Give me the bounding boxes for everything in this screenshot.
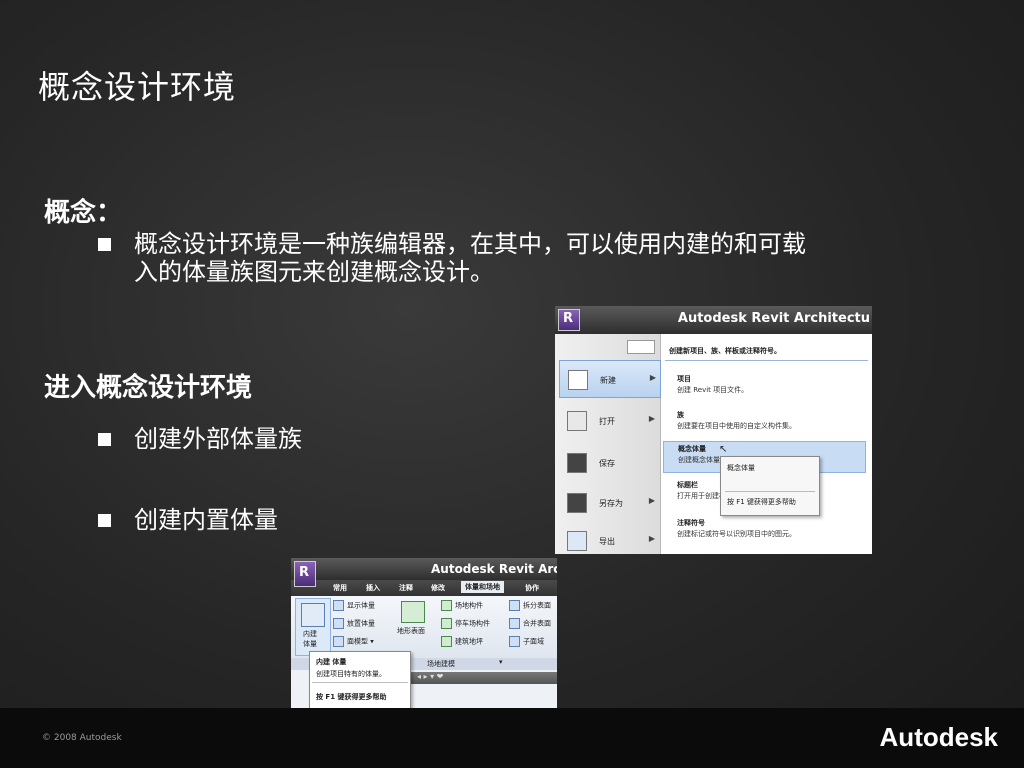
slide-title: 概念设计环境 (38, 68, 237, 106)
show-mass-icon (333, 600, 344, 611)
bullet-inplace-mass: 创建内置体量 (98, 506, 378, 536)
slide-footer (0, 708, 1024, 768)
chevron-right-icon: ▶ (648, 414, 655, 423)
tab-home[interactable]: 常用 (333, 583, 347, 593)
application-button[interactable]: R (294, 561, 316, 587)
chevron-right-icon: ▶ (649, 373, 656, 382)
bullet-text: 创建内置体量 (134, 506, 278, 534)
submenu-header: 创建新项目、族、样板或注释符号。 (669, 347, 781, 355)
tooltip: 概念体量 按 F1 键获得更多帮助 (720, 456, 820, 516)
submenu-item-family[interactable]: 族 创建要在项目中使用的自定义构件集。 (663, 408, 863, 438)
menu-item-export[interactable]: 导出 ▶ (559, 522, 659, 554)
title-bar: Autodesk Revit Arc (291, 558, 557, 580)
submenu-item-annotation-symbol[interactable]: 注释符号 创建标记或符号以识别项目中的图元。 (663, 516, 863, 546)
ribbon-tabs: 常用 插入 注释 修改 体量和场地 协作 (291, 580, 557, 596)
menu-item-save[interactable]: 保存 (559, 444, 659, 480)
place-mass-icon (333, 618, 344, 629)
split-surface-icon (509, 600, 520, 611)
toolbar-icons[interactable]: ◂ ▸ ▾ ❤ (417, 672, 443, 681)
site-component-icon (441, 600, 452, 611)
tab-insert[interactable]: 插入 (366, 583, 380, 593)
tab-annotate[interactable]: 注释 (399, 583, 413, 593)
title-bar: R Autodesk Revit Architectu (555, 306, 872, 334)
merge-surfaces-icon (509, 618, 520, 629)
app-menu-right-pane: 创建新项目、族、样板或注释符号。 项目 创建 Revit 项目文件。 族 创建要… (661, 334, 872, 554)
divider (725, 491, 815, 492)
ribbon-panel: 内建 体量 显示体量 放置体量 面模型 ▾ 地形表面 场地构件 停车场构件 建筑… (291, 596, 557, 659)
subregion-button[interactable]: 子面域 (509, 636, 544, 647)
tab-collaborate[interactable]: 协作 (525, 583, 539, 593)
building-pad-button[interactable]: 建筑地坪 (441, 636, 483, 647)
tab-massing-site[interactable]: 体量和场地 (461, 581, 504, 593)
section-heading-enter: 进入概念设计环境 (44, 373, 253, 403)
chevron-right-icon: ▶ (648, 496, 655, 505)
export-arrow-icon (567, 531, 587, 551)
bullet-concept-definition: 概念设计环境是一种族编辑器，在其中，可以使用内建的和可载 入的体量族图元来创建概… (98, 230, 938, 290)
application-button[interactable]: R (558, 309, 580, 331)
panel-expand-icon[interactable]: ▾ (499, 658, 503, 666)
split-surface-button[interactable]: 拆分表面 (509, 600, 551, 611)
autodesk-logo: Autodesk (879, 722, 998, 752)
model-by-face-button[interactable]: 面模型 ▾ (333, 636, 374, 647)
chevron-right-icon: ▶ (648, 534, 655, 543)
window-title: Autodesk Revit Architectu (677, 311, 870, 326)
mouse-cursor-icon: ↖ (719, 444, 728, 455)
section-heading-concept: 概念： (44, 198, 123, 228)
inplace-mass-tooltip: 内建 体量 创建项目特有的体量。 按 F1 键获得更多帮助 (309, 651, 411, 708)
menu-item-save-as[interactable]: 另存为 ▶ (559, 484, 659, 520)
copyright-text: © 2008 Autodesk (42, 733, 122, 743)
parking-component-button[interactable]: 停车场构件 (441, 618, 490, 629)
subregion-icon (509, 636, 520, 647)
toposurface-icon (401, 601, 425, 623)
model-by-face-icon (333, 636, 344, 647)
bullet-text-line-2: 入的体量族图元来创建概念设计。 (134, 258, 494, 286)
merge-surfaces-button[interactable]: 合并表面 (509, 618, 551, 629)
revit-massing-ribbon-screenshot: Autodesk Revit Arc 常用 插入 注释 修改 体量和场地 协作 … (291, 558, 557, 708)
inplace-mass-icon (301, 603, 325, 627)
recent-docs-icon[interactable] (627, 340, 655, 354)
tab-modify[interactable]: 修改 (431, 583, 445, 593)
quick-access-toolbar: ◂ ▸ ▾ ❤ (409, 672, 557, 684)
bullet-square-icon (98, 514, 111, 527)
menu-item-new[interactable]: 新建 ▶ (559, 360, 661, 398)
submenu-item-project[interactable]: 项目 创建 Revit 项目文件。 (663, 372, 863, 402)
save-as-icon (567, 493, 587, 513)
folder-open-icon (567, 411, 587, 431)
bullet-external-mass: 创建外部体量族 (98, 425, 378, 455)
revit-new-menu-screenshot: R Autodesk Revit Architectu 新建 ▶ 打开 ▶ 保存… (555, 306, 872, 554)
bullet-text-line-1: 概念设计环境是一种族编辑器，在其中，可以使用内建的和可载 (134, 230, 806, 258)
site-component-button[interactable]: 场地构件 (441, 600, 483, 611)
toposurface-button[interactable]: 地形表面 (397, 626, 425, 636)
parking-component-icon (441, 618, 452, 629)
bullet-text: 创建外部体量族 (134, 425, 302, 453)
save-disk-icon (567, 453, 587, 473)
panel-label-site-modeling: 场地建模 (427, 660, 455, 668)
building-pad-icon (441, 636, 452, 647)
inplace-mass-button[interactable]: 内建 体量 (295, 598, 331, 656)
app-menu-left-pane: 新建 ▶ 打开 ▶ 保存 另存为 ▶ 导出 ▶ (555, 334, 661, 554)
divider (665, 360, 868, 361)
bullet-square-icon (98, 433, 111, 446)
show-mass-button[interactable]: 显示体量 (333, 600, 375, 611)
new-document-icon (568, 370, 588, 390)
menu-item-open[interactable]: 打开 ▶ (559, 402, 659, 438)
divider (312, 682, 408, 683)
window-title: Autodesk Revit Arc (431, 562, 557, 576)
bullet-square-icon (98, 238, 111, 251)
place-mass-button[interactable]: 放置体量 (333, 618, 375, 629)
